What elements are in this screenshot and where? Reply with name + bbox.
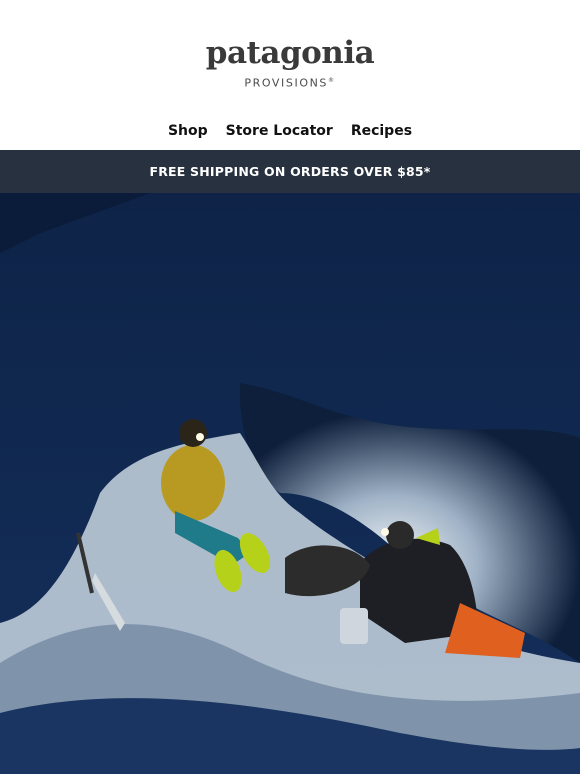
- person-one-headlamp: [196, 433, 204, 441]
- email-header: patagonia PROVISIONS®: [0, 0, 580, 112]
- person-two-headlamp: [381, 528, 389, 536]
- nav-recipes[interactable]: Recipes: [351, 123, 412, 139]
- promo-banner[interactable]: FREE SHIPPING ON ORDERS OVER $85*: [0, 150, 580, 193]
- hero-photo-snow-cave: [0, 193, 580, 774]
- person-one-jacket: [161, 445, 225, 521]
- nav-store-locator[interactable]: Store Locator: [226, 123, 333, 139]
- person-two-head: [386, 521, 414, 549]
- brand-subbrand: PROVISIONS®: [244, 74, 335, 91]
- trademark-mark: ®: [328, 77, 336, 84]
- main-nav: Shop Store Locator Recipes: [0, 112, 580, 150]
- water-bottle: [340, 608, 368, 644]
- hero-image[interactable]: [0, 193, 580, 774]
- promo-banner-text: FREE SHIPPING ON ORDERS OVER $85*: [149, 164, 431, 179]
- person-one-head: [179, 419, 207, 447]
- nav-shop[interactable]: Shop: [168, 123, 208, 139]
- brand-subbrand-text: PROVISIONS: [244, 76, 328, 90]
- brand-logo[interactable]: patagonia: [206, 36, 375, 70]
